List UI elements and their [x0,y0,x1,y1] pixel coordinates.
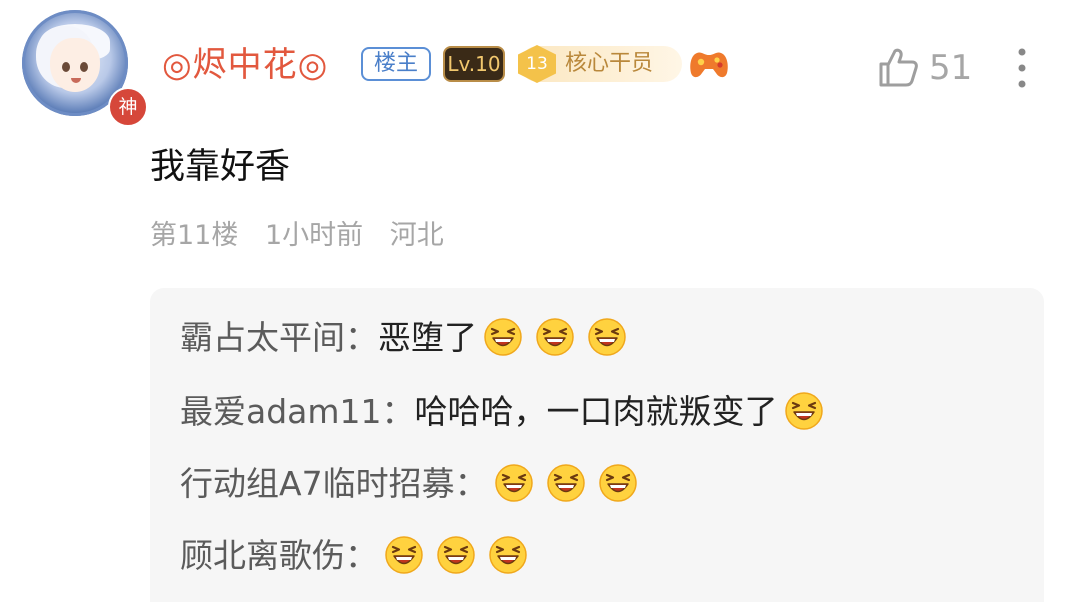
reply-list[interactable]: 霸占太平间：恶堕了 最爱adam11：哈哈哈，一口肉就叛变了 行动组A7临时招募… [150,288,1044,602]
laughing-emoji-icon [546,463,585,502]
avatar-eye [62,62,70,72]
rank-title: 核心干员 [565,51,654,76]
level-badge: Lv.10 [443,46,505,82]
laughing-emoji-icon [484,317,522,356]
op-tag: 楼主 [361,47,431,81]
gamepad-icon [690,52,728,78]
reply-item[interactable]: 最爱adam11：哈哈哈，一口肉就叛变了 [180,386,830,438]
avatar-eye [80,62,88,72]
reply-separator: ： [381,392,415,431]
thumbs-up-icon[interactable] [877,46,919,88]
reply-separator: ： [345,318,378,357]
laughing-emoji-icon [598,463,637,502]
reply-text: 恶堕了 [378,318,477,357]
more-vertical-icon[interactable] [1014,46,1030,90]
reply-separator: ： [454,464,488,503]
post-location: 河北 [389,220,444,251]
avatar-face [50,38,100,92]
emoji-group [488,463,644,503]
reply-author[interactable]: 顾北离歌伤 [180,536,345,575]
avatar[interactable]: 神 [22,10,148,127]
reply-separator: ： [345,536,378,575]
emoji-group [378,535,534,575]
like-count: 51 [929,48,973,88]
emoji-group [778,391,830,431]
floor-number: 第11楼 [150,220,239,251]
rank-number: 13 [518,45,556,83]
reply-author[interactable]: 霸占太平间 [180,318,345,357]
reply-item[interactable]: 顾北离歌伤： [180,530,534,582]
laughing-emoji-icon [437,535,475,574]
reply-item[interactable]: 行动组A7临时招募： [180,458,644,510]
laughing-emoji-icon [385,535,423,574]
laughing-emoji-icon [494,463,533,502]
laughing-emoji-icon [536,317,574,356]
reply-author[interactable]: 行动组A7临时招募 [180,464,455,503]
reply-text: 哈哈哈，一口肉就叛变了 [414,392,778,431]
laughing-emoji-icon [784,391,823,430]
comment-card: 神 ◎烬中花◎ 楼主 Lv.10 13 核心干员 51 我靠好香 第11楼 1小… [0,0,1080,602]
avatar-badge: 神 [108,87,148,127]
post-time: 1小时前 [264,220,364,251]
laughing-emoji-icon [588,317,626,356]
reply-item[interactable]: 霸占太平间：恶堕了 [180,312,633,364]
post-text: 我靠好香 [150,147,291,187]
post-meta: 第11楼 1小时前 河北 [150,214,462,258]
emoji-group [477,317,633,357]
reply-author[interactable]: 最爱adam11 [180,392,382,431]
username[interactable]: ◎烬中花◎ [162,40,328,90]
rank-badge: 13 核心干员 [518,45,682,83]
laughing-emoji-icon [489,535,527,574]
